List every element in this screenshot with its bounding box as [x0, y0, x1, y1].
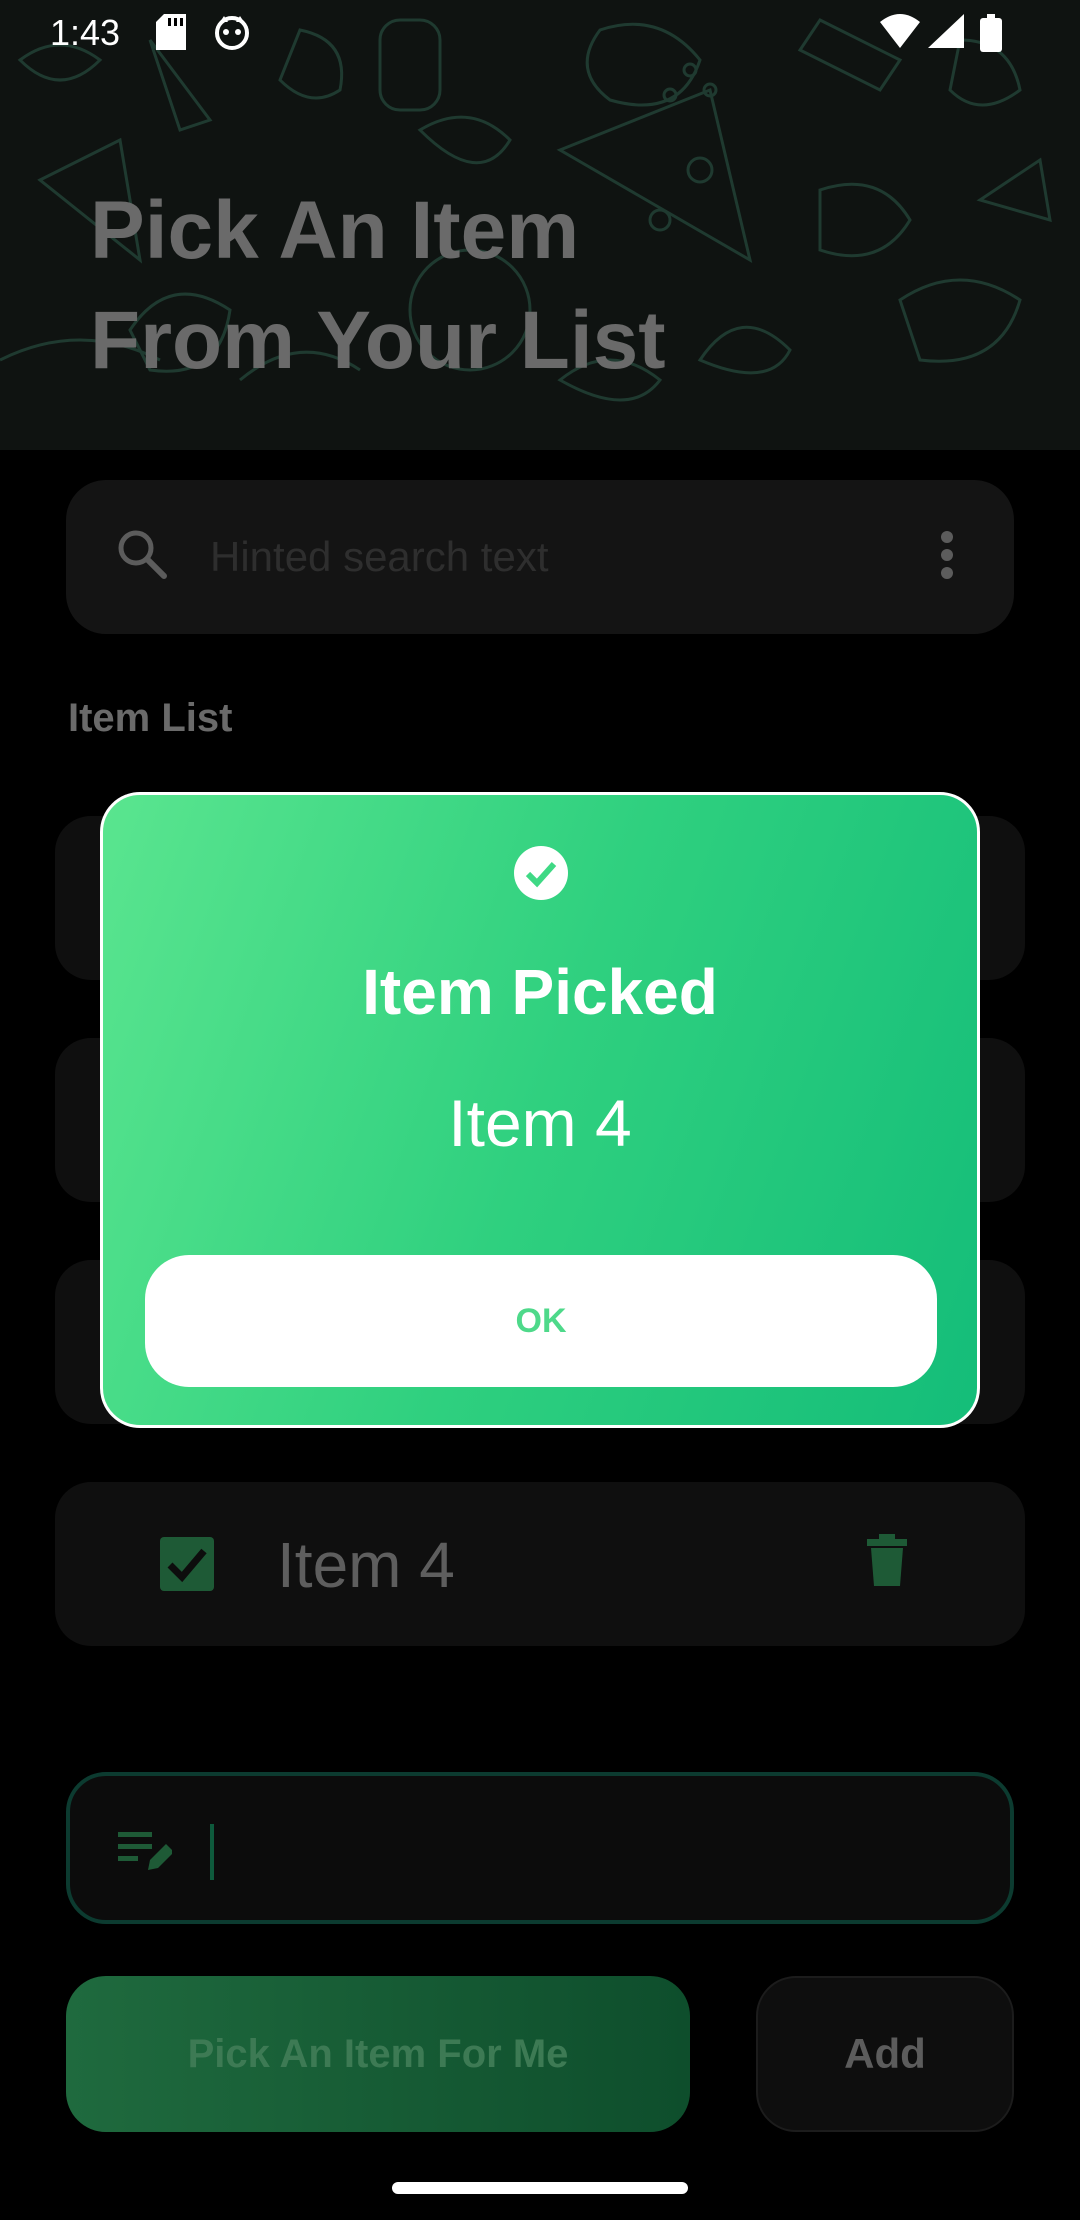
status-time: 1:43	[50, 12, 121, 53]
new-item-field[interactable]	[66, 1772, 1014, 1924]
text-cursor	[210, 1824, 214, 1880]
signal-icon	[928, 14, 964, 55]
search-icon	[116, 528, 168, 585]
dialog-title: Item Picked	[362, 956, 718, 1028]
item-picked-dialog: Item Picked Item 4 OK	[100, 792, 980, 1428]
item-list-label: Item List	[68, 696, 233, 740]
trash-icon[interactable]	[867, 1534, 907, 1591]
more-options-icon[interactable]	[940, 530, 954, 585]
list-item-label: Item 4	[277, 1529, 455, 1601]
wifi-icon	[880, 14, 920, 55]
item-checkbox[interactable]	[160, 1537, 214, 1591]
list-item[interactable]: Item 4	[55, 1482, 1025, 1646]
status-bar: 1:43	[0, 0, 1080, 66]
app-screen: 1:43 Pick An Item From Your List Item L	[0, 0, 1080, 2220]
search-bar[interactable]	[66, 480, 1014, 634]
pick-item-button[interactable]: Pick An Item For Me	[66, 1976, 690, 2132]
page-title: Pick An Item From Your List	[90, 176, 990, 396]
dialog-message: Item 4	[448, 1086, 632, 1160]
battery-icon	[980, 14, 1002, 57]
sd-card-icon	[156, 14, 188, 55]
ok-button[interactable]: OK	[145, 1255, 937, 1387]
page-title-line2: From Your List	[90, 295, 666, 386]
check-circle-icon	[513, 845, 569, 906]
cat-face-icon	[214, 14, 250, 55]
edit-note-icon	[118, 1828, 174, 1879]
page-title-line1: Pick An Item	[90, 185, 580, 276]
add-button[interactable]: Add	[756, 1976, 1014, 2132]
home-indicator[interactable]	[392, 2182, 688, 2194]
search-input[interactable]	[210, 524, 910, 590]
